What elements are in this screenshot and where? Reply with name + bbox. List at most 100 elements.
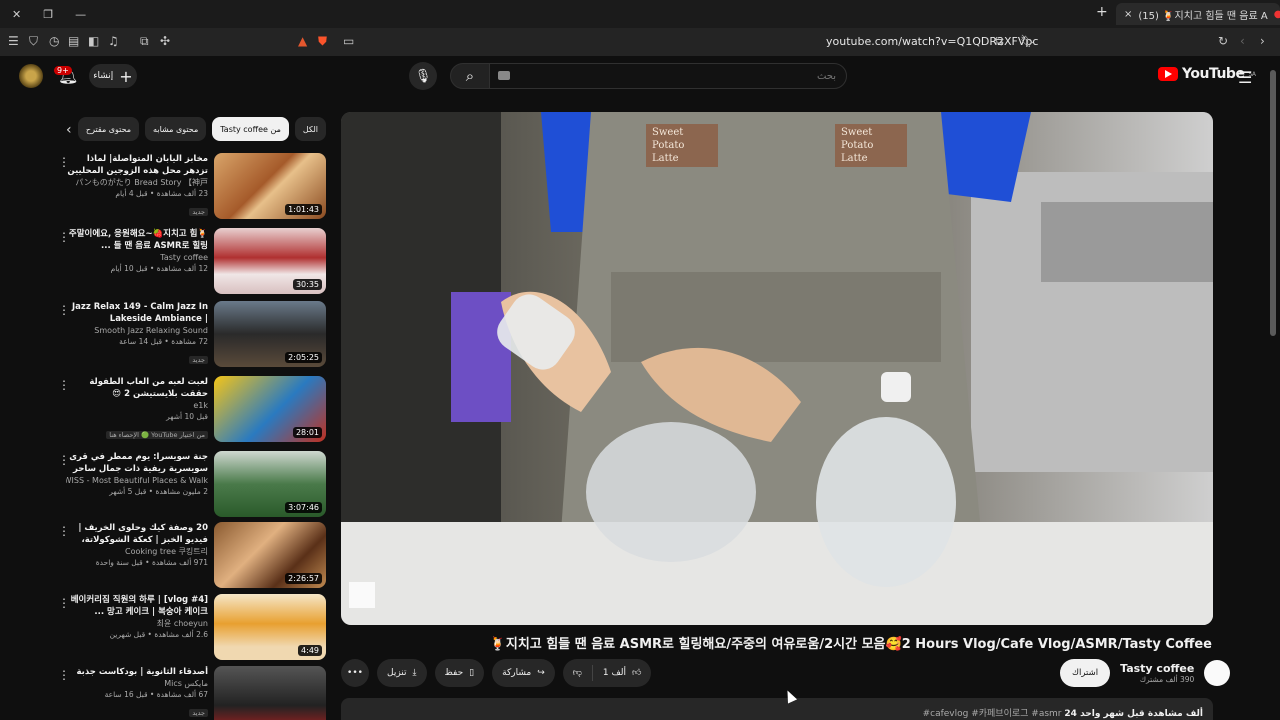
rec-new-badge: جديد [189, 709, 208, 717]
create-label: إنشاء [93, 71, 114, 81]
account-avatar[interactable] [19, 64, 43, 88]
channel-name[interactable]: Tasty coffee [1120, 662, 1194, 675]
recommendation-item[interactable]: ⋮ Jazz Relax 149 - Calm Jazz In Lakeside… [56, 301, 326, 371]
rec-thumbnail[interactable]: 2:26:57 [214, 522, 326, 588]
restore-window-icon[interactable]: ❐ [43, 8, 53, 21]
bookmark-icon[interactable]: 🔖︎ [1020, 34, 1035, 48]
rec-stats: 67 ألف مشاهدة • قبل 16 ساعة [104, 690, 208, 699]
rec-new-badge: جديد [189, 208, 208, 216]
rec-title: 🍹주말이에요, 응원해요~🍓지치고 힘들 땐 음료 ASMR로 힐링 ... [68, 229, 208, 251]
brave-rewards-icon[interactable]: ▲ [298, 34, 307, 48]
create-button[interactable]: إنشاء + [89, 64, 137, 88]
minimize-window-icon[interactable]: — [75, 8, 86, 21]
recommendation-item[interactable]: ⋮ أصدقاء الثانوية | بودكاست جذبة مايكس M… [56, 666, 326, 720]
rec-duration: 1:01:43 [285, 204, 322, 215]
save-button[interactable]: حفظ ▯ [434, 659, 485, 687]
rec-new-badge: جديد [189, 356, 208, 364]
dislike-button[interactable]: 👎︎ [563, 659, 592, 687]
brave-shield-icon[interactable]: ⛊ [318, 34, 327, 49]
search-icon: ⌕ [465, 67, 475, 85]
reader-mode-icon[interactable]: ▭ [343, 34, 354, 48]
voice-search-button[interactable]: 🎙︎ [409, 62, 437, 90]
chips-scroll-left-icon[interactable]: ‹ [66, 122, 72, 138]
like-button[interactable]: 1 ألف 👍︎ [593, 659, 652, 687]
subscriber-count: 390 ألف مشترك [1139, 675, 1195, 684]
history-icon[interactable]: ◷ [49, 34, 59, 48]
rec-channel: Cooking tree 쿠킹트리 [125, 547, 208, 556]
related-filter-chips: الكل من Tasty coffee محتوى مشابه محتوى م… [64, 116, 326, 142]
view-stats: 24 ألف مشاهدة قبل شهر واحد [1064, 709, 1203, 719]
browser-tab-bar: ✕ ❐ — + × (15) 🍹지치고 힘들 땐 음료 A ● [0, 0, 1280, 28]
overlay-caption: Sweet Potato Latte [835, 124, 907, 167]
guide-menu-icon[interactable]: ☰ [1238, 68, 1252, 87]
active-tab[interactable]: × (15) 🍹지치고 힘들 땐 음료 A ● [1116, 3, 1280, 25]
tab-title: (15) 🍹지치고 힘들 땐 음료 A [1138, 10, 1268, 22]
address-field[interactable]: youtube.com/watch?v=Q1QDR2XFVpc [826, 35, 1038, 48]
menu-icon[interactable]: ☰ [8, 34, 19, 48]
chip-related[interactable]: محتوى مشابه [145, 117, 207, 141]
rec-title: [vlog #4] 베이커리짐 직원의 하루 | 망고 케이크 | 복숭아 케이… [70, 595, 208, 617]
capture-icon[interactable]: ⧉ [140, 34, 149, 49]
video-player[interactable]: Sweet Potato Latte Sweet Potato Latte [341, 112, 1213, 625]
channel-avatar[interactable] [1204, 660, 1231, 686]
close-window-icon[interactable]: ✕ [12, 8, 21, 21]
sidebar-icon[interactable]: ◧ [88, 34, 99, 48]
share-button[interactable]: مشاركة ↪ [492, 659, 555, 687]
music-icon[interactable]: ♫ [108, 34, 119, 48]
rec-title: Jazz Relax 149 - Calm Jazz In Lakeside A… [71, 302, 208, 324]
rec-stats: 12 ألف مشاهدة • قبل 10 أيام [110, 264, 208, 273]
close-tab-icon[interactable]: × [1124, 9, 1132, 20]
video-frame [341, 112, 1213, 625]
forward-icon[interactable]: › [1260, 34, 1265, 48]
chip-all[interactable]: الكل [294, 117, 326, 141]
search-button[interactable]: ⌕ [450, 63, 490, 89]
rec-thumbnail[interactable]: 28:01 [214, 376, 326, 442]
share-label: مشاركة [502, 668, 532, 678]
rec-stats: 23 ألف مشاهدة • قبل 4 أيام [115, 189, 208, 198]
recommendation-item[interactable]: ⋮ لعبت لعبه من العاب الطفولة حققت بلايست… [56, 376, 326, 446]
video-title: 🍹지치고 힘들 땐 음료 ASMR로 힐링해요/주중의 여유로움/2시간 모음🥰… [489, 637, 1212, 652]
recommendation-item[interactable]: ⋮ [vlog #4] 베이커리짐 직원의 하루 | 망고 케이크 | 복숭아 … [56, 594, 326, 664]
rec-duration: 3:07:46 [285, 502, 322, 513]
recommendation-item[interactable]: ⋮ جنة سويسرا: يوم ممطر في قرى سويسرية ري… [56, 451, 326, 521]
save-playlist-icon: ▯ [469, 668, 475, 678]
rec-channel: Smooth Jazz Relaxing Sound [94, 326, 208, 335]
rec-thumbnail[interactable]: 4:49 [214, 594, 326, 660]
back-icon[interactable]: ‹ [1240, 34, 1245, 48]
hashtags[interactable]: #cafevlog #카페브이로그 #asmr [923, 709, 1062, 719]
download-button[interactable]: تنزيل ⤓ [377, 659, 427, 687]
more-actions-button[interactable]: ••• [341, 659, 369, 687]
recommendation-item[interactable]: ⋮ 🍹주말이에요, 응원해요~🍓지치고 힘들 땐 음료 ASMR로 힐링 ...… [56, 228, 326, 298]
recommendation-item[interactable]: ⋮ مخابز اليابان المتواصلة| لماذا تزدهر م… [56, 153, 326, 223]
new-tab-button[interactable]: + [1096, 4, 1108, 20]
rec-thumbnail[interactable]: 3:07:46 [214, 451, 326, 517]
search-input[interactable] [490, 64, 846, 89]
reload-icon[interactable]: ↻ [1218, 34, 1228, 48]
notification-badge: 9+ [54, 66, 72, 75]
overlay-caption: Sweet Potato Latte [646, 124, 718, 167]
rec-channel: Tasty coffee [160, 253, 208, 262]
chip-suggested[interactable]: محتوى مقترح [77, 117, 140, 141]
search-box [489, 63, 847, 89]
subscribe-button[interactable]: اشتراك [1060, 659, 1111, 687]
rec-thumbnail[interactable]: 30:35 [214, 228, 326, 294]
plus-icon: + [119, 66, 133, 86]
rec-thumbnail[interactable]: 2:05:25 [214, 301, 326, 367]
more-icon: ••• [347, 668, 363, 678]
rec-thumbnail[interactable]: 1:01:43 [214, 153, 326, 219]
shield-icon[interactable]: ⛉ [29, 34, 38, 49]
rec-thumbnail[interactable] [214, 666, 326, 720]
translate-icon[interactable]: ⇆ [994, 34, 1004, 48]
rec-title: مخابز اليابان المتواصلة| لماذا تزدهر محل… [67, 154, 208, 176]
extensions-icon[interactable]: ✣ [160, 34, 170, 48]
page-scrollbar[interactable] [1270, 70, 1276, 336]
microphone-icon: 🎙︎ [414, 68, 432, 84]
chip-from-channel[interactable]: من Tasty coffee [212, 117, 289, 141]
download-label: تنزيل [387, 668, 407, 678]
recommendation-item[interactable]: ⋮ 20 وصفة كيك وحلوى الخريف | فيديو الخبز… [56, 522, 326, 592]
description-box[interactable]: #cafevlog #카페브이로그 #asmr 24 ألف مشاهدة قب… [341, 698, 1213, 720]
rec-channel: CH SWISS - Most Beautiful Places & Walk.… [66, 476, 208, 485]
keyboard-icon[interactable] [498, 71, 510, 80]
tabs-icon[interactable]: ▤ [68, 34, 79, 48]
rec-duration: 30:35 [292, 279, 322, 290]
